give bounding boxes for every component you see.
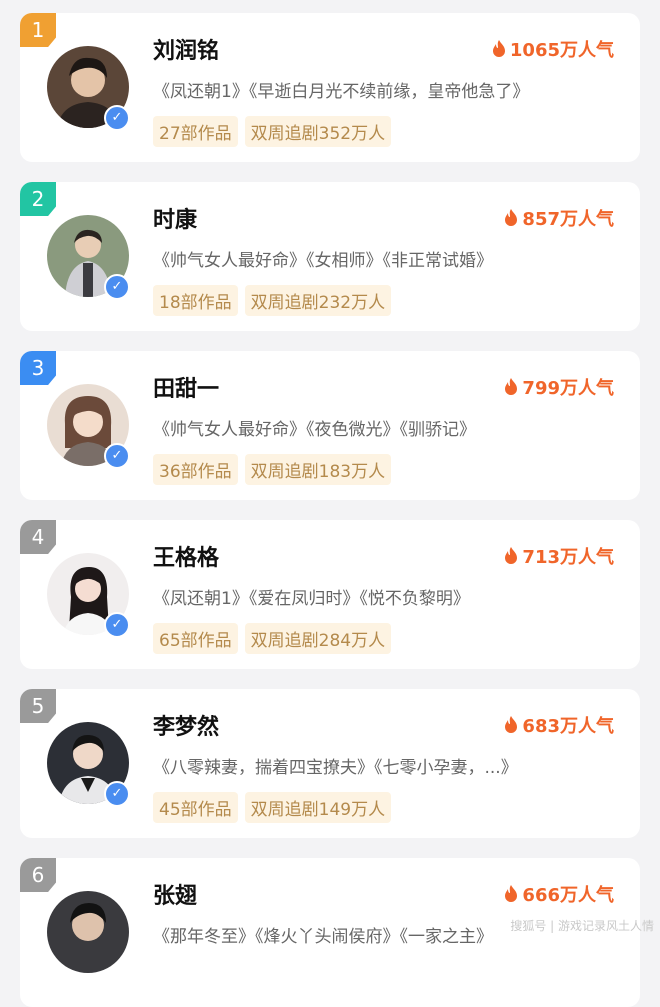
- watermark: 搜狐号 | 游戏记录风土人情: [510, 919, 654, 933]
- male-portrait-icon: [47, 891, 129, 973]
- works-count-tag: 27部作品: [153, 116, 238, 147]
- viewers-tag: 双周追剧149万人: [244, 792, 392, 823]
- verified-icon: ✓: [104, 612, 130, 638]
- works-count-tag: 65部作品: [153, 623, 238, 654]
- artist-name: 张翅: [153, 884, 198, 909]
- works-count-tag: 18部作品: [153, 285, 238, 316]
- fire-icon: [505, 378, 518, 395]
- stats-tags: 18部作品 双周追剧232万人: [153, 285, 392, 316]
- fire-icon: [505, 209, 518, 226]
- ranking-card[interactable]: 2 ✓ 时康 857万人气 《帅气女人最好命》《女相师》《非正常试婚》 18部作…: [20, 182, 640, 331]
- ranking-card[interactable]: 4 ✓ 王格格 713万人气 《凤还朝1》《爱在凤归时》《悦不负黎明》 65部作…: [20, 520, 640, 669]
- popularity: 666万人气: [504, 881, 614, 907]
- artist-name: 刘润铭: [153, 39, 220, 64]
- stats-tags: 65部作品 双周追剧284万人: [153, 623, 392, 654]
- artist-name: 时康: [153, 208, 198, 233]
- popularity: 713万人气: [504, 543, 614, 569]
- viewers-tag: 双周追剧284万人: [244, 623, 392, 654]
- works-list: 《凤还朝1》《早逝白月光不续前缘，皇帝他急了》: [153, 82, 530, 102]
- works-list: 《八零辣妻，揣着四宝撩夫》《七零小孕妻，...》: [153, 758, 518, 778]
- fire-icon: [492, 40, 505, 57]
- viewers-tag: 双周追剧183万人: [244, 454, 392, 485]
- viewers-tag: 双周追剧352万人: [244, 116, 392, 147]
- rank-badge: 6: [20, 858, 56, 892]
- works-list: 《凤还朝1》《爱在凤归时》《悦不负黎明》: [153, 589, 470, 609]
- fire-icon: [505, 885, 518, 902]
- artist-name: 李梦然: [153, 715, 220, 740]
- ranking-card[interactable]: 1 ✓ 刘润铭 1065万人气 《凤还朝1》《早逝白月光不续前缘，皇帝他急了》 …: [20, 13, 640, 162]
- stats-tags: 45部作品 双周追剧149万人: [153, 792, 392, 823]
- artist-name: 田甜一: [153, 377, 220, 402]
- viewers-tag: 双周追剧232万人: [244, 285, 392, 316]
- verified-icon: ✓: [104, 105, 130, 131]
- rank-badge: 4: [20, 520, 56, 554]
- artist-name: 王格格: [153, 546, 220, 571]
- stats-tags: 36部作品 双周追剧183万人: [153, 454, 392, 485]
- rank-badge: 1: [20, 13, 56, 47]
- rank-badge: 2: [20, 182, 56, 216]
- popularity: 799万人气: [504, 374, 614, 400]
- rank-badge: 5: [20, 689, 56, 723]
- fire-icon: [505, 547, 518, 564]
- works-count-tag: 45部作品: [153, 792, 238, 823]
- popularity-value: 683万人气: [522, 716, 614, 737]
- fire-icon: [505, 716, 518, 733]
- verified-icon: ✓: [104, 274, 130, 300]
- works-list: 《帅气女人最好命》《夜色微光》《驯骄记》: [153, 420, 476, 440]
- works-list: 《帅气女人最好命》《女相师》《非正常试婚》: [153, 251, 493, 271]
- popularity-value: 799万人气: [522, 378, 614, 399]
- popularity-value: 1065万人气: [509, 40, 614, 61]
- popularity-value: 666万人气: [522, 885, 614, 906]
- works-count-tag: 36部作品: [153, 454, 238, 485]
- verified-icon: ✓: [104, 443, 130, 469]
- ranking-card[interactable]: 5 ✓ 李梦然 683万人气 《八零辣妻，揣着四宝撩夫》《七零小孕妻，...》 …: [20, 689, 640, 838]
- ranking-card[interactable]: 3 ✓ 田甜一 799万人气 《帅气女人最好命》《夜色微光》《驯骄记》 36部作…: [20, 351, 640, 500]
- popularity-value: 713万人气: [522, 547, 614, 568]
- stats-tags: 27部作品 双周追剧352万人: [153, 116, 392, 147]
- avatar[interactable]: [47, 891, 129, 973]
- rank-badge: 3: [20, 351, 56, 385]
- verified-icon: ✓: [104, 781, 130, 807]
- popularity: 1065万人气: [492, 36, 614, 62]
- popularity: 857万人气: [504, 205, 614, 231]
- popularity: 683万人气: [504, 712, 614, 738]
- popularity-value: 857万人气: [522, 209, 614, 230]
